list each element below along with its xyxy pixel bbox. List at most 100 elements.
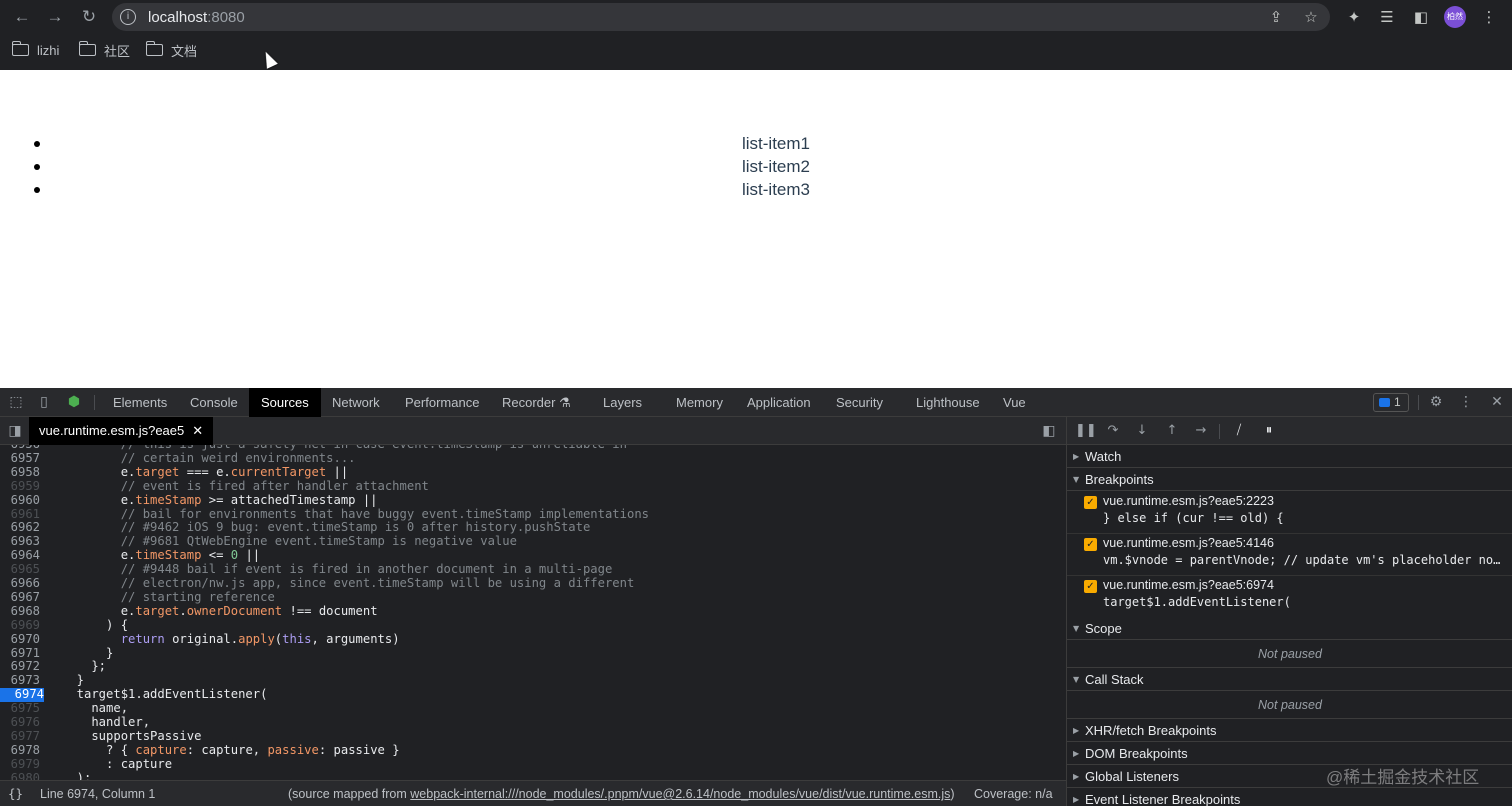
code-line[interactable]: 6968 e.target.ownerDocument !== document xyxy=(0,604,1066,619)
breakpoint-item[interactable]: ✓ vue.runtime.esm.js?eae5:6974 target$1.… xyxy=(1067,576,1512,618)
file-tab[interactable]: vue.runtime.esm.js?eae5 ✕ xyxy=(29,417,214,445)
gear-icon[interactable]: ⚙ xyxy=(1427,393,1445,411)
breakpoint-item[interactable]: ✓ vue.runtime.esm.js?eae5:4146 vm.$vnode… xyxy=(1067,534,1512,576)
tab-recorder[interactable]: Recorder ⚗ xyxy=(490,388,583,417)
inspect-element-icon[interactable]: ⬚ xyxy=(7,393,25,411)
address-bar[interactable]: i localhost:8080 ⇪ ☆ xyxy=(112,3,1330,31)
code-line[interactable]: 6965 // #9448 bail if event is fired in … xyxy=(0,562,1066,577)
line-number[interactable]: 6975 xyxy=(0,701,40,716)
menu-kebab-icon[interactable]: ⋮ xyxy=(1478,6,1500,28)
section-dom-breakpoints[interactable]: ▶ DOM Breakpoints xyxy=(1067,742,1512,765)
code-line[interactable]: 6967 // starting reference xyxy=(0,590,1066,605)
section-event-listener-breakpoints[interactable]: ▶ Event Listener Breakpoints xyxy=(1067,788,1512,806)
line-number[interactable]: 6979 xyxy=(0,757,40,772)
line-number[interactable]: 6965 xyxy=(0,562,40,577)
line-number[interactable]: 6964 xyxy=(0,548,40,563)
more-options-icon[interactable]: ⋮ xyxy=(1457,393,1475,411)
bookmark-star-icon[interactable]: ☆ xyxy=(1301,7,1321,27)
code-line[interactable]: 6977 supportsPassive xyxy=(0,729,1066,744)
code-line[interactable]: 6960 e.timeStamp >= attachedTimestamp || xyxy=(0,493,1066,508)
toggle-navigator-icon[interactable]: ◨ xyxy=(6,422,24,440)
code-line[interactable]: 6975 name, xyxy=(0,701,1066,716)
vue-devtools-icon[interactable]: ⬢ xyxy=(65,393,83,411)
url-text[interactable]: localhost:8080 xyxy=(148,9,245,26)
bookmark-docs[interactable]: 文档 xyxy=(145,41,197,59)
tab-console[interactable]: Console xyxy=(178,388,250,417)
source-map-link[interactable]: webpack-internal:///node_modules/.pnpm/v… xyxy=(410,787,950,801)
code-line[interactable]: 6959 // event is fired after handler att… xyxy=(0,479,1066,494)
breakpoint-line-number[interactable]: 6974 xyxy=(0,687,44,703)
site-info-icon[interactable]: i xyxy=(120,9,136,25)
tab-vue[interactable]: Vue xyxy=(991,388,1038,417)
tab-sources[interactable]: Sources xyxy=(249,388,321,417)
line-number[interactable]: 6972 xyxy=(0,659,40,674)
side-panel-icon[interactable]: ◧ xyxy=(1410,6,1432,28)
pretty-print-icon[interactable]: {} xyxy=(8,781,23,806)
line-number[interactable]: 6959 xyxy=(0,479,40,494)
tab-performance[interactable]: Performance xyxy=(393,388,491,417)
code-line[interactable]: 6974 target$1.addEventListener( xyxy=(0,687,1066,703)
tab-application[interactable]: Application xyxy=(735,388,823,417)
code-line[interactable]: 6963 // #9681 QtWebEngine event.timeStam… xyxy=(0,534,1066,549)
code-line[interactable]: 6969 ) { xyxy=(0,618,1066,633)
breakpoint-checkbox[interactable]: ✓ xyxy=(1084,496,1097,509)
code-editor[interactable]: 6956 // this is just a safety net in cas… xyxy=(0,445,1066,780)
section-watch[interactable]: ▶ Watch xyxy=(1067,445,1512,468)
line-number[interactable]: 6978 xyxy=(0,743,40,758)
share-icon[interactable]: ⇪ xyxy=(1266,7,1286,27)
bookmark-lizhi[interactable]: lizhi xyxy=(11,41,59,59)
step-out-icon[interactable]: ↑ xyxy=(1163,422,1181,440)
line-number[interactable]: 6960 xyxy=(0,493,40,508)
line-number[interactable]: 6970 xyxy=(0,632,40,647)
line-number[interactable]: 6973 xyxy=(0,673,40,688)
code-line[interactable]: 6966 // electron/nw.js app, since event.… xyxy=(0,576,1066,591)
code-line[interactable]: 6970 return original.apply(this, argumen… xyxy=(0,632,1066,647)
code-line[interactable]: 6973 } xyxy=(0,673,1066,688)
close-icon[interactable]: ✕ xyxy=(192,423,203,438)
line-number[interactable]: 6962 xyxy=(0,520,40,535)
code-line[interactable]: 6980 ); xyxy=(0,771,1066,780)
line-number[interactable]: 6977 xyxy=(0,729,40,744)
section-xhr-breakpoints[interactable]: ▶ XHR/fetch Breakpoints xyxy=(1067,719,1512,742)
tab-memory[interactable]: Memory xyxy=(664,388,735,417)
pause-on-exceptions-icon[interactable]: ⏸ xyxy=(1260,422,1278,440)
line-number[interactable]: 6963 xyxy=(0,534,40,549)
tab-security[interactable]: Security xyxy=(824,388,895,417)
step-into-icon[interactable]: ↓ xyxy=(1133,422,1151,440)
tab-elements[interactable]: Elements xyxy=(101,388,179,417)
back-arrow-icon[interactable]: ← xyxy=(11,6,33,28)
step-over-icon[interactable]: ↷ xyxy=(1104,422,1122,440)
line-number[interactable]: 6958 xyxy=(0,465,40,480)
line-number[interactable]: 6969 xyxy=(0,618,40,633)
toggle-debugger-icon[interactable]: ◧ xyxy=(1040,422,1058,440)
code-line[interactable]: 6972 }; xyxy=(0,659,1066,674)
line-number[interactable]: 6957 xyxy=(0,451,40,466)
line-number[interactable]: 6976 xyxy=(0,715,40,730)
breakpoint-item[interactable]: ✓ vue.runtime.esm.js?eae5:2223 } else if… xyxy=(1067,492,1512,534)
tab-lighthouse[interactable]: Lighthouse xyxy=(904,388,992,417)
pause-icon[interactable]: ❚❚ xyxy=(1075,422,1097,440)
line-number[interactable]: 6980 xyxy=(0,771,40,780)
code-line[interactable]: 6976 handler, xyxy=(0,715,1066,730)
tab-network[interactable]: Network xyxy=(320,388,392,417)
line-number[interactable]: 6967 xyxy=(0,590,40,605)
breakpoint-checkbox[interactable]: ✓ xyxy=(1084,580,1097,593)
line-number[interactable]: 6971 xyxy=(0,646,40,661)
line-number[interactable]: 6961 xyxy=(0,507,40,522)
code-line[interactable]: 6962 // #9462 iOS 9 bug: event.timeStamp… xyxy=(0,520,1066,535)
code-line[interactable]: 6978 ? { capture: capture, passive: pass… xyxy=(0,743,1066,758)
extensions-icon[interactable]: ✦ xyxy=(1343,6,1365,28)
line-number[interactable]: 6968 xyxy=(0,604,40,619)
code-line[interactable]: 6971 } xyxy=(0,646,1066,661)
avatar[interactable]: 柏然 xyxy=(1444,6,1466,28)
section-scope[interactable]: ▼ Scope xyxy=(1067,617,1512,640)
device-toolbar-icon[interactable]: ▯ xyxy=(35,393,53,411)
deactivate-breakpoints-icon[interactable]: ⧸ xyxy=(1230,422,1248,440)
code-line[interactable]: 6958 e.target === e.currentTarget || xyxy=(0,465,1066,480)
code-line[interactable]: 6964 e.timeStamp <= 0 || xyxy=(0,548,1066,563)
issues-badge[interactable]: 1 xyxy=(1373,393,1409,412)
breakpoint-checkbox[interactable]: ✓ xyxy=(1084,538,1097,551)
reload-icon[interactable]: ↻ xyxy=(78,6,100,28)
tab-layers[interactable]: Layers xyxy=(591,388,654,417)
forward-arrow-icon[interactable]: → xyxy=(44,6,66,28)
